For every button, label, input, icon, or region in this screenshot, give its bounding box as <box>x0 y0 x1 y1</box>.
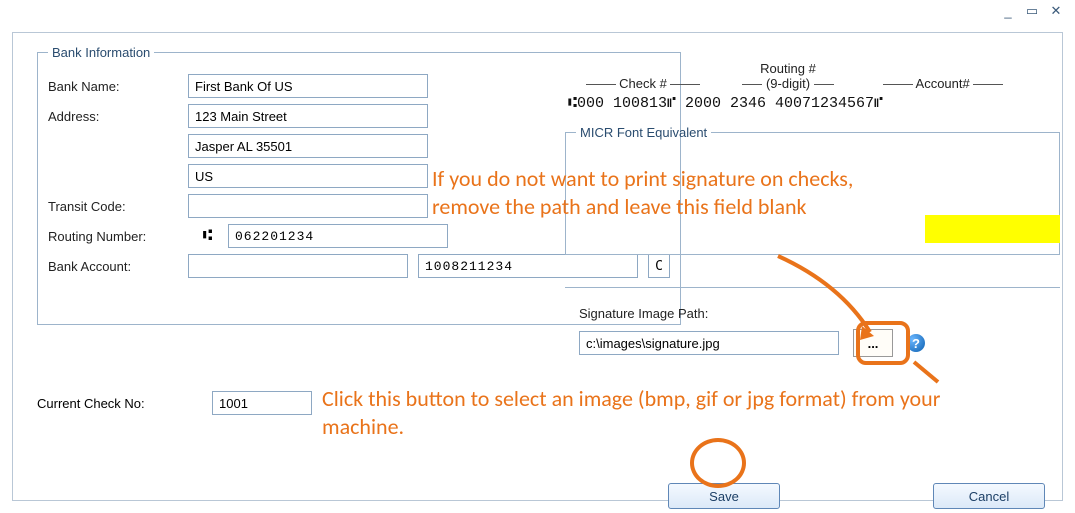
transit-code-input[interactable] <box>188 194 428 218</box>
cancel-button[interactable]: Cancel <box>933 483 1045 509</box>
address-line2-input[interactable] <box>188 134 428 158</box>
bank-account-suffix-box: C <box>648 254 670 278</box>
help-icon[interactable]: ? <box>907 334 925 352</box>
window-content: Bank Information Bank Name: Address: Tra… <box>12 32 1063 501</box>
bank-account-input[interactable] <box>418 254 638 278</box>
yellow-highlight <box>925 215 1060 243</box>
close-button[interactable]: ✕ <box>1047 4 1065 18</box>
current-check-row: Current Check No: <box>37 391 312 415</box>
routing-symbol-icon: ⑆ <box>188 227 228 245</box>
signature-path-input[interactable] <box>579 331 839 355</box>
micr-sample-line: ⑆000 100813⑈ 2000 2346 40071234567⑈ <box>568 95 1058 112</box>
routing-number-sub-label: (9-digit) <box>766 76 810 91</box>
maximize-icon: ▭ <box>1026 3 1038 19</box>
current-check-input[interactable] <box>212 391 312 415</box>
browse-button[interactable]: ... <box>853 329 893 357</box>
bank-account-prefix-input[interactable] <box>188 254 408 278</box>
address-line3-input[interactable] <box>188 164 428 188</box>
routing-number-input[interactable] <box>228 224 448 248</box>
micr-font-legend: MICR Font Equivalent <box>576 125 711 140</box>
bank-account-label: Bank Account: <box>48 259 188 274</box>
maximize-button[interactable]: ▭ <box>1023 4 1041 18</box>
minimize-icon: _ <box>1004 4 1011 19</box>
minimize-button[interactable]: _ <box>999 4 1017 18</box>
check-number-label: Check # <box>619 76 667 91</box>
current-check-label: Current Check No: <box>37 396 212 411</box>
routing-number-label: Routing Number: <box>48 229 188 244</box>
bank-name-label: Bank Name: <box>48 79 188 94</box>
save-button[interactable]: Save <box>668 483 780 509</box>
address-line1-input[interactable] <box>188 104 428 128</box>
close-icon: ✕ <box>1051 3 1062 19</box>
bank-information-legend: Bank Information <box>48 45 154 60</box>
window-titlebar: _ ▭ ✕ <box>989 0 1075 22</box>
account-number-label: Account# <box>916 76 970 91</box>
signature-path-label: Signature Image Path: <box>579 306 1060 321</box>
signature-group: Signature Image Path: ... ? <box>565 287 1060 395</box>
bank-name-input[interactable] <box>188 74 428 98</box>
transit-code-label: Transit Code: <box>48 199 188 214</box>
ellipsis-icon: ... <box>868 336 879 351</box>
address-label: Address: <box>48 109 188 124</box>
routing-number-header-label: Routing # <box>718 61 858 76</box>
micr-header-labels: Check # Routing # (9-digit) Account# ⑆00… <box>568 61 1058 112</box>
